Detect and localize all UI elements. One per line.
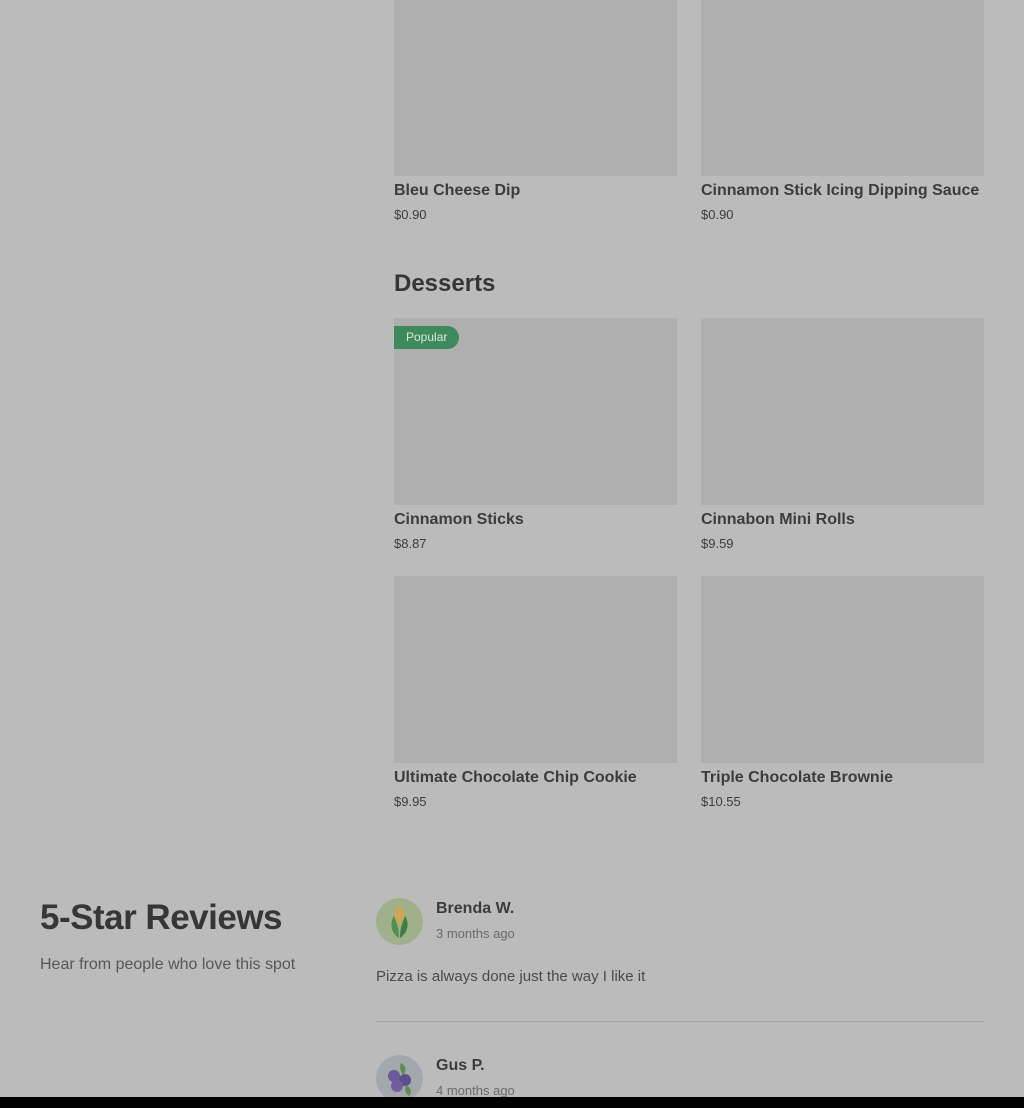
menu-item-card[interactable]: Popular Cinnamon Sticks $8.87: [394, 318, 677, 551]
menu-item-image: [394, 0, 677, 176]
review-date: 4 months ago: [436, 1083, 515, 1097]
review-text: Pizza is always done just the way I like…: [376, 968, 646, 985]
menu-item-name: Ultimate Chocolate Chip Cookie: [394, 769, 637, 786]
menu-item-price: $9.59: [701, 536, 734, 551]
menu-item-price: $9.95: [394, 794, 427, 809]
menu-item-name: Cinnamon Sticks: [394, 511, 524, 528]
menu-item-price: $10.55: [701, 794, 741, 809]
menu-item-card[interactable]: Cinnamon Stick Icing Dipping Sauce $0.90: [701, 0, 984, 222]
menu-item-card[interactable]: Cinnabon Mini Rolls $9.59: [701, 318, 984, 551]
menu-item-image: [701, 576, 984, 763]
review-divider: [376, 1021, 984, 1022]
menu-item-name: Bleu Cheese Dip: [394, 182, 521, 199]
review-item: Brenda W. 3 months ago Pizza is always d…: [376, 898, 984, 998]
menu-item-price: $8.87: [394, 536, 427, 551]
menu-item-card[interactable]: Triple Chocolate Brownie $10.55: [701, 576, 984, 809]
menu-item-name: Cinnabon Mini Rolls: [701, 511, 855, 528]
section-title-desserts: Desserts: [394, 270, 496, 297]
menu-item-image: Popular: [394, 318, 677, 505]
menu-item-price: $0.90: [701, 207, 734, 222]
reviews-title: 5-Star Reviews: [40, 898, 283, 937]
reviewer-name: Gus P.: [436, 1057, 485, 1074]
reviews-subtitle: Hear from people who love this spot: [40, 956, 296, 973]
reviewer-name: Brenda W.: [436, 900, 515, 917]
menu-item-name: Cinnamon Stick Icing Dipping Sauce: [701, 182, 980, 199]
menu-item-image: [701, 318, 984, 505]
menu-item-card[interactable]: Bleu Cheese Dip $0.90: [394, 0, 677, 222]
blueberry-icon: [376, 1055, 423, 1097]
menu-item-card[interactable]: Ultimate Chocolate Chip Cookie $9.95: [394, 576, 677, 809]
corn-icon: [376, 898, 423, 945]
menu-item-image: [394, 576, 677, 763]
review-date: 3 months ago: [436, 926, 515, 941]
menu-item-price: $0.90: [394, 207, 427, 222]
bottom-bar: [0, 1097, 1024, 1108]
popular-badge: Popular: [394, 326, 460, 349]
menu-item-image: [701, 0, 984, 176]
menu-item-name: Triple Chocolate Brownie: [701, 769, 894, 786]
review-item: Gus P. 4 months ago: [376, 1055, 984, 1097]
